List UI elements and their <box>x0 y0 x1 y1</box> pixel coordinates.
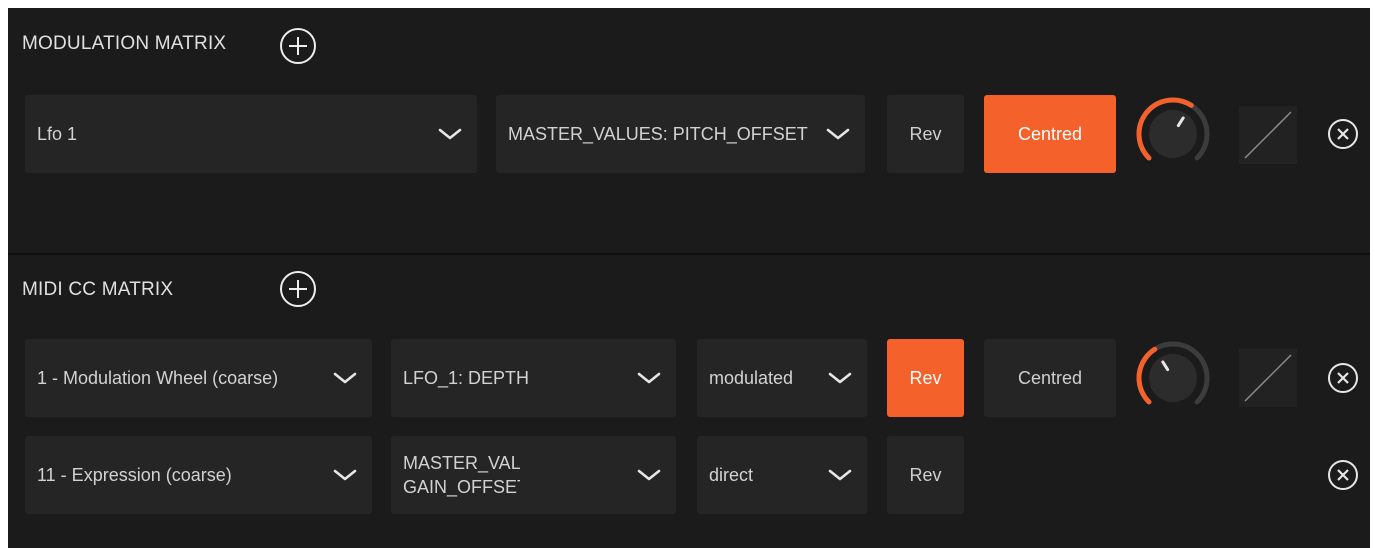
chevron-down-icon <box>333 372 357 384</box>
midi-cc-destination-dropdown-2[interactable]: MASTER_VALUES: GAIN_OFFSET <box>391 436 676 514</box>
linear-curve-icon[interactable] <box>1239 349 1297 407</box>
modulation-matrix-title: MODULATION MATRIX <box>22 33 227 54</box>
midi-cc-centred-button[interactable]: Centred <box>984 339 1116 417</box>
chevron-down-icon <box>637 372 661 384</box>
linear-curve-icon[interactable] <box>1239 106 1297 164</box>
modulation-destination-value: MASTER_VALUES: PITCH_OFFSET <box>508 124 808 144</box>
add-midi-cc-button[interactable] <box>279 270 317 308</box>
midi-cc-source-value-2: 11 - Expression (coarse) <box>37 465 232 485</box>
midi-cc-destination-value-2: MASTER_VALUES: GAIN_OFFSET <box>403 453 520 497</box>
midi-cc-amount-knob[interactable] <box>1134 339 1212 417</box>
chevron-down-icon <box>828 469 852 481</box>
midi-cc-mode-value: modulated <box>709 368 794 388</box>
midi-cc-source-dropdown-2[interactable]: 11 - Expression (coarse) <box>25 436 372 514</box>
chevron-down-icon <box>828 372 852 384</box>
modulation-source-value: Lfo 1 <box>37 124 78 144</box>
midi-cc-mode-dropdown[interactable]: modulated <box>697 339 867 417</box>
midi-cc-matrix-title: MIDI CC MATRIX <box>22 279 174 300</box>
midi-cc-rev-button[interactable]: Rev <box>887 339 964 417</box>
chevron-down-icon <box>438 128 462 140</box>
midi-cc-rev-button-2[interactable]: Rev <box>887 436 964 514</box>
midi-cc-destination-dropdown[interactable]: LFO_1: DEPTH <box>391 339 676 417</box>
section-divider <box>8 253 1370 255</box>
modulation-source-dropdown[interactable]: Lfo 1 <box>25 95 477 173</box>
chevron-down-icon <box>637 469 661 481</box>
chevron-down-icon <box>826 128 850 140</box>
midi-cc-source-dropdown[interactable]: 1 - Modulation Wheel (coarse) <box>25 339 372 417</box>
remove-midi-cc-row-2-button[interactable] <box>1326 458 1360 492</box>
add-modulation-button[interactable] <box>279 27 317 65</box>
modulation-centred-button[interactable]: Centred <box>984 95 1116 173</box>
remove-modulation-button[interactable] <box>1326 117 1360 151</box>
matrix-panel: MODULATION MATRIX Lfo 1 MASTER_VALUES: P… <box>8 8 1370 548</box>
modulation-destination-dropdown[interactable]: MASTER_VALUES: PITCH_OFFSET <box>496 95 865 173</box>
midi-cc-mode-value-2: direct <box>709 465 754 485</box>
modulation-rev-button[interactable]: Rev <box>887 95 964 173</box>
midi-cc-source-value: 1 - Modulation Wheel (coarse) <box>37 368 279 388</box>
midi-cc-destination-value: LFO_1: DEPTH <box>403 368 530 388</box>
midi-cc-mode-dropdown-2[interactable]: direct <box>697 436 867 514</box>
remove-midi-cc-row-1-button[interactable] <box>1326 361 1360 395</box>
modulation-amount-knob[interactable] <box>1134 95 1212 173</box>
chevron-down-icon <box>333 469 357 481</box>
